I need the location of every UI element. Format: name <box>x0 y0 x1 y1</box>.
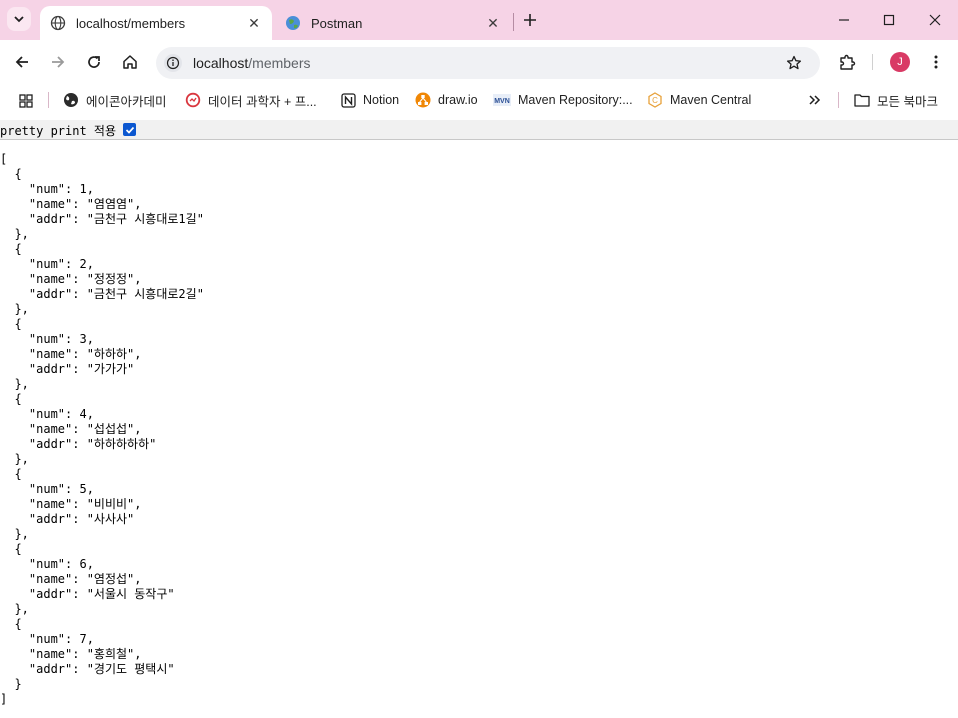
tab-strip: localhost/members ✕ Postman ✕ <box>0 0 958 40</box>
close-icon <box>929 14 941 26</box>
bookmarks-divider <box>48 92 49 108</box>
close-window-button[interactable] <box>923 8 947 32</box>
folder-icon <box>854 92 870 108</box>
bookmarks-divider <box>838 92 839 108</box>
bookmark-notion[interactable]: Notion <box>340 90 399 110</box>
new-tab-button[interactable] <box>520 10 540 30</box>
url-host: localhost <box>193 55 249 71</box>
svg-text:MVN: MVN <box>494 98 510 105</box>
bookmark-maven-repository[interactable]: MVN Maven Repository:... <box>493 90 633 110</box>
avatar: J <box>890 52 910 72</box>
maximize-button[interactable] <box>877 8 901 32</box>
more-bookmarks-button[interactable] <box>806 90 829 110</box>
chevron-double-right-icon <box>806 92 822 108</box>
pretty-print-bar: pretty print 적용 <box>0 120 958 140</box>
tab-divider <box>513 13 514 31</box>
tab-title: localhost/members <box>76 15 186 31</box>
close-tab-icon[interactable]: ✕ <box>244 13 264 33</box>
reload-button[interactable] <box>82 50 106 74</box>
more-vertical-icon <box>934 55 938 69</box>
bookmark-label: draw.io <box>438 93 478 107</box>
tab-postman[interactable]: Postman ✕ <box>275 6 511 40</box>
json-response: [ { "num": 1, "name": "염염염", "addr": "금천… <box>0 152 204 706</box>
reload-icon <box>88 56 100 68</box>
minimize-button[interactable] <box>832 8 856 32</box>
pretty-print-checkbox[interactable] <box>123 123 136 136</box>
profile-button[interactable]: J <box>888 50 912 74</box>
menu-button[interactable] <box>924 50 948 74</box>
bookmark-acorn-academy[interactable]: 에이콘아카데미 <box>63 90 167 110</box>
tab-search-button[interactable] <box>7 7 31 31</box>
globe-icon <box>50 15 66 31</box>
bookmark-data-scientist[interactable]: 데이터 과학자 + 프... <box>185 90 317 110</box>
chevron-down-icon <box>14 16 24 23</box>
minimize-icon <box>839 19 849 21</box>
plus-icon <box>524 14 536 26</box>
bookmark-label: Maven Central <box>670 93 752 107</box>
maven-central-icon: C <box>647 92 663 108</box>
drawio-icon <box>415 92 431 108</box>
pretty-print-label: pretty print 적용 <box>0 124 117 138</box>
url-path: /members <box>248 55 311 71</box>
arrow-right-icon <box>52 56 65 68</box>
close-tab-icon[interactable]: ✕ <box>483 13 503 33</box>
home-button[interactable] <box>118 50 142 74</box>
address-bar[interactable]: localhost/members <box>156 47 820 79</box>
tab-localhost-members[interactable]: localhost/members ✕ <box>40 6 272 40</box>
bookmark-label: 에이콘아카데미 <box>86 94 167 109</box>
home-icon <box>123 55 137 69</box>
data-scientist-icon <box>185 92 201 108</box>
arrow-left-icon <box>15 56 28 68</box>
tab-title: Postman <box>311 15 363 31</box>
back-button[interactable] <box>10 50 34 74</box>
url-text[interactable]: localhost/members <box>193 55 311 71</box>
postman-globe-icon <box>285 15 301 31</box>
site-info-icon[interactable] <box>164 54 182 72</box>
apps-grid-icon <box>18 93 34 109</box>
all-bookmarks-folder[interactable]: 모든 북마크 <box>854 90 938 110</box>
bookmark-label: 데이터 과학자 + 프... <box>208 94 317 109</box>
maximize-icon <box>883 14 895 26</box>
extensions-button[interactable] <box>835 50 859 74</box>
globe-dark-icon <box>63 92 79 108</box>
bookmark-label: 모든 북마크 <box>877 94 938 109</box>
bookmark-label: Notion <box>363 93 400 107</box>
forward-button[interactable] <box>46 50 70 74</box>
notion-icon <box>340 92 356 108</box>
bookmark-star-icon[interactable] <box>784 53 804 73</box>
bookmark-label: Maven Repository:... <box>518 93 633 107</box>
mvn-icon: MVN <box>493 92 511 108</box>
apps-button[interactable] <box>18 91 41 111</box>
bookmark-maven-central[interactable]: C Maven Central <box>647 90 751 110</box>
toolbar-divider <box>872 54 873 70</box>
checkmark-icon <box>125 126 134 134</box>
svg-text:C: C <box>652 96 658 105</box>
puzzle-icon <box>840 54 856 70</box>
bookmark-drawio[interactable]: draw.io <box>415 90 478 110</box>
